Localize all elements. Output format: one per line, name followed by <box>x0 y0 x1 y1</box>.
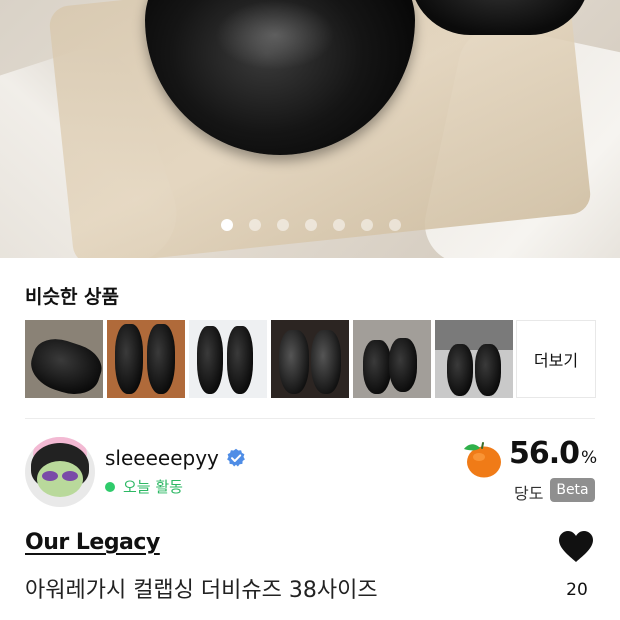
carousel-dot-5[interactable] <box>333 219 345 231</box>
carousel-dot-3[interactable] <box>277 219 289 231</box>
verified-badge-icon <box>227 448 245 467</box>
similar-product-thumbnail[interactable] <box>107 320 185 398</box>
carousel-dot-2[interactable] <box>249 219 261 231</box>
similar-product-thumbnail[interactable] <box>271 320 349 398</box>
seller-username[interactable]: sleeeeepyy <box>105 446 219 470</box>
sweetness-label: 당도 <box>514 484 544 503</box>
carousel-indicator <box>0 219 620 231</box>
sweetness-score: 56.0% <box>509 436 597 471</box>
seller-activity: 오늘 활동 <box>105 476 183 497</box>
carousel-dot-6[interactable] <box>361 219 373 231</box>
sweetness-unit: % <box>581 448 597 468</box>
product-image-carousel[interactable] <box>0 0 620 258</box>
product-title: 아워레가시 컬랩싱 더비슈즈 38사이즈 <box>25 578 378 603</box>
carousel-dot-1[interactable] <box>221 219 233 231</box>
similar-products-title: 비슷한 상품 <box>25 286 120 308</box>
more-similar-button[interactable]: 더보기 <box>516 320 596 398</box>
sweetness-value: 56.0 <box>509 436 580 471</box>
divider <box>25 418 595 419</box>
similar-product-thumbnail[interactable] <box>189 320 267 398</box>
beta-badge: Beta <box>550 478 595 502</box>
similar-product-thumbnail[interactable] <box>435 320 513 398</box>
online-status-icon <box>105 481 115 492</box>
similar-product-thumbnail[interactable] <box>353 320 431 398</box>
like-count: 20 <box>566 580 588 600</box>
seller-avatar[interactable] <box>25 437 95 507</box>
heart-icon[interactable] <box>558 530 594 564</box>
carousel-dot-4[interactable] <box>305 219 317 231</box>
similar-product-thumbnail[interactable] <box>25 320 103 398</box>
orange-fruit-icon <box>464 442 501 478</box>
carousel-dot-7[interactable] <box>389 219 401 231</box>
brand-link[interactable]: Our Legacy <box>25 530 160 555</box>
activity-status-text: 오늘 활동 <box>123 478 183 496</box>
